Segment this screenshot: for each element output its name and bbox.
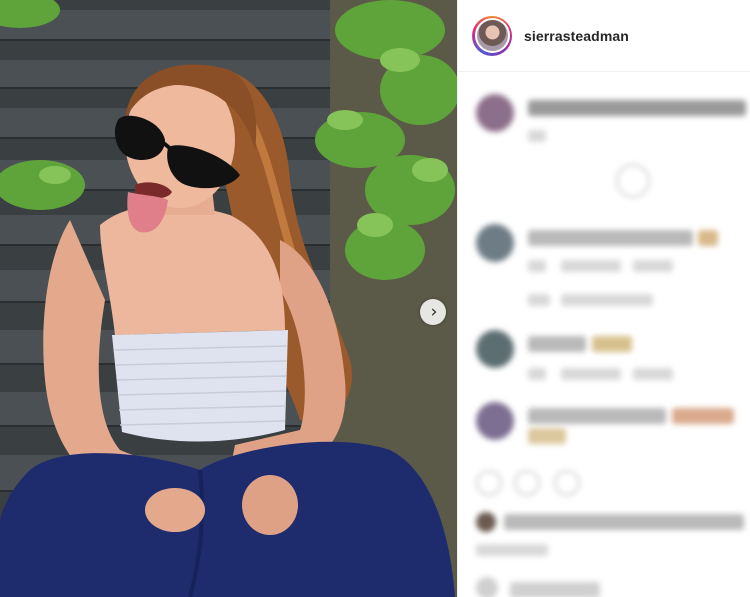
- avatar-image: [474, 18, 510, 53]
- photo-illustration: [0, 0, 457, 597]
- share-icon: [554, 470, 580, 496]
- comment-avatar: [476, 94, 514, 132]
- liked-by-blur: [504, 514, 744, 530]
- comment-emoji-blur: [672, 408, 734, 424]
- comment-text-blur: [528, 336, 586, 352]
- chevron-right-icon: ›: [430, 301, 438, 322]
- comment-emoji-blur: [592, 336, 632, 352]
- view-replies-blur: [528, 294, 550, 306]
- comment-avatar: [476, 330, 514, 368]
- comment-text-blur: [528, 408, 666, 424]
- blurred-comments-area: [458, 72, 750, 597]
- comment-avatar: [476, 402, 514, 440]
- comment-icon: [514, 470, 540, 496]
- carousel-next-button[interactable]: ›: [420, 299, 446, 325]
- post-header: sierrasteadman: [458, 0, 750, 72]
- comment-text-blur: [528, 230, 693, 246]
- profile-avatar[interactable]: [472, 15, 512, 56]
- post-side-panel: sierrasteadman: [457, 0, 750, 597]
- comment-meta-blur: [633, 368, 673, 380]
- view-replies-blur: [561, 294, 653, 306]
- comment-avatar: [476, 224, 514, 262]
- comment-emoji-blur: [528, 428, 566, 444]
- like-icon: [476, 470, 502, 496]
- comment-emoji-blur: [698, 230, 718, 246]
- comment-meta-blur: [528, 368, 546, 380]
- comment-text-blur: [528, 100, 746, 116]
- comment-meta-blur: [528, 260, 546, 272]
- comment-meta-blur: [561, 368, 621, 380]
- comment-meta-blur: [528, 130, 546, 142]
- liked-by-avatar: [476, 512, 496, 532]
- post-photo[interactable]: ›: [0, 0, 457, 597]
- comment-text-blur: [510, 582, 600, 597]
- comment-avatar: [476, 577, 498, 597]
- comment-meta-blur: [561, 260, 621, 272]
- username-link[interactable]: sierrasteadman: [524, 28, 629, 44]
- post-date-blur: [476, 544, 548, 556]
- comment-meta-blur: [633, 260, 673, 272]
- load-more-icon: [616, 164, 650, 198]
